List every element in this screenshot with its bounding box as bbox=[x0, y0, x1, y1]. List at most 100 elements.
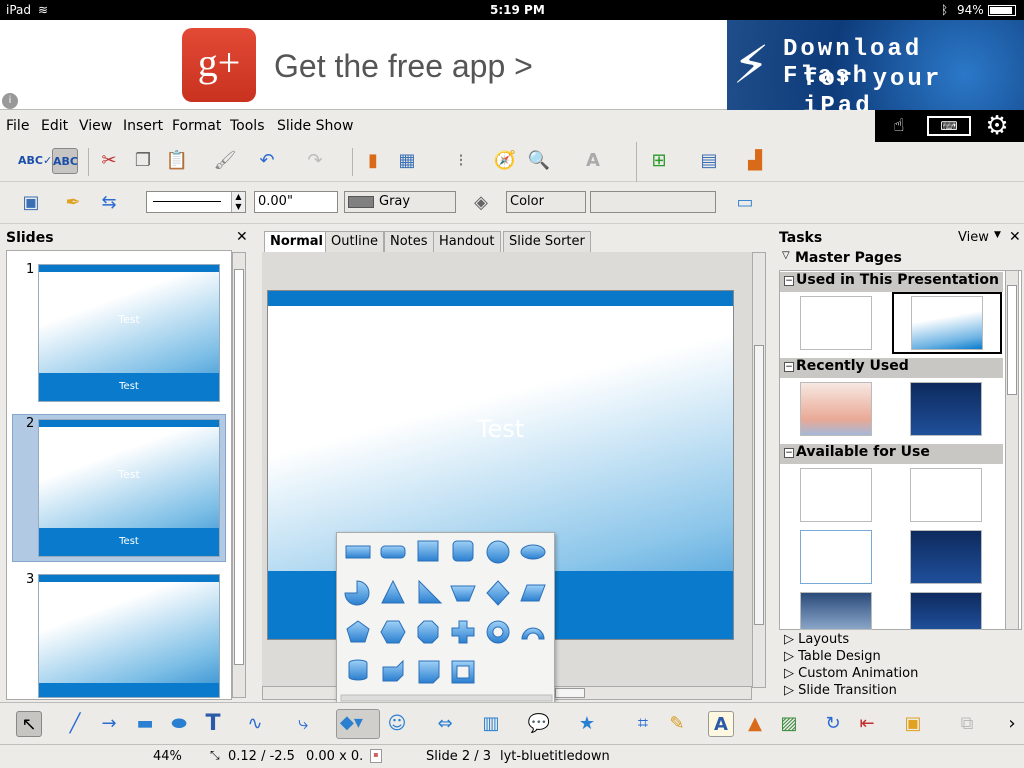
basic-shapes-icon[interactable]: ◆▾ bbox=[336, 709, 380, 739]
autospellcheck-icon[interactable]: ABC bbox=[52, 148, 78, 174]
menu-edit[interactable]: Edit bbox=[41, 118, 68, 134]
spellcheck-icon[interactable]: ABC✓ bbox=[18, 148, 52, 174]
tab-notes[interactable]: Notes bbox=[384, 231, 434, 253]
master-pages-scrollbar[interactable] bbox=[1005, 270, 1019, 630]
recently-used-header[interactable]: Recently Used bbox=[780, 358, 1003, 378]
ring-shape-icon[interactable] bbox=[486, 620, 510, 644]
canvas-vscrollbar[interactable] bbox=[752, 252, 766, 688]
redo-icon[interactable]: ↷ bbox=[302, 148, 328, 174]
cross-shape-icon[interactable] bbox=[451, 620, 475, 644]
ellipse-shape-icon[interactable] bbox=[520, 544, 546, 560]
master-page-thumb[interactable] bbox=[910, 530, 982, 584]
touch-mode-icon[interactable]: ☝ bbox=[877, 114, 921, 138]
points-icon[interactable]: ⌗ bbox=[630, 711, 656, 737]
flash-ad[interactable]: ⚡ Download Flash for your iPad bbox=[727, 20, 1024, 120]
line-icon[interactable]: ✒ bbox=[60, 190, 86, 216]
master-page-thumb[interactable] bbox=[800, 592, 872, 630]
rotate-icon[interactable]: ↻ bbox=[820, 711, 846, 737]
fontwork-icon[interactable]: A bbox=[580, 148, 606, 174]
cylinder-shape-icon[interactable] bbox=[348, 659, 368, 681]
menu-view[interactable]: View bbox=[79, 118, 112, 134]
master-page-thumb[interactable] bbox=[800, 382, 872, 436]
zoom-icon[interactable]: 🔍 bbox=[526, 148, 552, 174]
rounded-square-shape-icon[interactable] bbox=[452, 540, 474, 562]
master-page-thumb[interactable] bbox=[910, 468, 982, 522]
close-tasks-pane-icon[interactable]: ✕ bbox=[1009, 229, 1021, 245]
slide-thumbnail-3[interactable] bbox=[38, 574, 220, 698]
hexagon-shape-icon[interactable] bbox=[380, 620, 406, 644]
slide-design-icon[interactable]: ▟ bbox=[742, 148, 768, 174]
block-arc-shape-icon[interactable] bbox=[521, 627, 545, 640]
undo-icon[interactable]: ↶ bbox=[254, 148, 280, 174]
select-pointer-icon[interactable]: ↖ bbox=[16, 711, 42, 737]
master-page-thumb[interactable] bbox=[910, 592, 982, 630]
tab-slide-sorter[interactable]: Slide Sorter bbox=[503, 231, 591, 253]
navigator-icon[interactable]: 🧭 bbox=[492, 148, 518, 174]
paste-icon[interactable]: 📋 bbox=[164, 148, 190, 174]
glue-points-icon[interactable]: ✎ bbox=[664, 711, 690, 737]
curve-tool-icon[interactable]: ∿ bbox=[242, 711, 268, 737]
fontwork-gallery-icon[interactable]: A bbox=[708, 711, 734, 737]
folded-corner-shape-icon[interactable] bbox=[418, 660, 440, 684]
tasks-view-menu[interactable]: View bbox=[958, 230, 989, 245]
arrange-icon[interactable]: ▣ bbox=[900, 711, 926, 737]
close-slides-pane-icon[interactable]: ✕ bbox=[236, 229, 248, 245]
color-mode-select[interactable]: Color bbox=[506, 191, 586, 213]
square-shape-icon[interactable] bbox=[417, 540, 439, 562]
menu-insert[interactable]: Insert bbox=[123, 118, 163, 134]
settings-gear-icon[interactable]: ⚙ bbox=[975, 113, 1019, 139]
right-triangle-shape-icon[interactable] bbox=[418, 579, 443, 604]
tab-handout[interactable]: Handout bbox=[433, 231, 501, 253]
line-style-select[interactable]: ▲ ▼ bbox=[146, 191, 246, 213]
master-page-selected[interactable] bbox=[892, 292, 1002, 354]
octagon-shape-icon[interactable] bbox=[417, 620, 439, 644]
stars-icon[interactable]: ★ bbox=[574, 711, 600, 737]
master-page-thumb[interactable] bbox=[800, 468, 872, 522]
area-fill-icon[interactable]: ◈ bbox=[468, 190, 494, 216]
image-icon[interactable]: ▨ bbox=[776, 711, 802, 737]
master-pages-header[interactable]: Master Pages bbox=[795, 250, 902, 266]
menu-tools[interactable]: Tools bbox=[230, 118, 265, 134]
color-value-select[interactable] bbox=[590, 191, 716, 213]
rectangle-tool-icon[interactable]: ▬ bbox=[132, 711, 158, 737]
circle-shape-icon[interactable] bbox=[486, 540, 510, 564]
parallelogram-shape-icon[interactable] bbox=[520, 584, 546, 602]
styles-icon[interactable]: ▣ bbox=[18, 190, 44, 216]
tab-outline[interactable]: Outline bbox=[325, 231, 385, 253]
table-design-expander[interactable]: ▷ Table Design bbox=[784, 649, 881, 664]
table-icon[interactable]: ▦ bbox=[394, 148, 420, 174]
zoom-level[interactable]: 44% bbox=[153, 749, 182, 764]
rounded-rectangle-shape-icon[interactable] bbox=[380, 545, 406, 559]
document-modified-icon[interactable]: ▪ bbox=[370, 749, 382, 763]
chevron-down-icon[interactable]: ▼ bbox=[994, 230, 1001, 240]
ellipse-tool-icon[interactable]: ⬬ bbox=[166, 711, 192, 737]
circle-pie-shape-icon[interactable] bbox=[344, 580, 370, 606]
copy-icon[interactable]: ❐ bbox=[130, 148, 156, 174]
tab-normal[interactable]: Normal bbox=[264, 231, 329, 253]
slide-transition-expander[interactable]: ▷ Slide Transition bbox=[784, 683, 897, 698]
callouts-icon[interactable]: 💬 bbox=[526, 711, 552, 737]
master-page-thumb[interactable] bbox=[800, 296, 872, 350]
line-width-input[interactable]: 0.00" bbox=[254, 191, 338, 213]
slide-thumbnail-2[interactable]: Test Test bbox=[38, 419, 220, 557]
from-file-icon[interactable]: ▲ bbox=[742, 711, 768, 737]
pentagon-shape-icon[interactable] bbox=[346, 620, 370, 643]
expand-icon[interactable]: ▽ bbox=[782, 250, 790, 261]
area-color-select[interactable]: Gray bbox=[344, 191, 456, 213]
custom-animation-expander[interactable]: ▷ Custom Animation bbox=[784, 666, 918, 681]
slides-scrollbar[interactable] bbox=[232, 252, 246, 698]
collapse-icon[interactable]: − bbox=[784, 362, 794, 372]
alignment-icon[interactable]: ⇤ bbox=[854, 711, 880, 737]
new-slide-icon[interactable]: ⊞ bbox=[646, 148, 672, 174]
clone-formatting-icon[interactable]: 🖌 bbox=[212, 148, 238, 174]
menu-slide-show[interactable]: Slide Show bbox=[277, 118, 353, 134]
layouts-expander[interactable]: ▷ Layouts bbox=[784, 632, 849, 647]
slide-thumbnail-1[interactable]: Test Test bbox=[38, 264, 220, 402]
master-page-thumb[interactable] bbox=[910, 382, 982, 436]
keyboard-icon[interactable]: ⌨ bbox=[927, 116, 971, 136]
group-icon[interactable]: ⧉ bbox=[954, 711, 980, 737]
master-page-thumb[interactable] bbox=[800, 530, 872, 584]
line-tool-icon[interactable]: ╱ bbox=[62, 711, 88, 737]
trapezoid-shape-icon[interactable] bbox=[450, 585, 476, 602]
shadow-icon[interactable]: ▭ bbox=[732, 190, 758, 216]
